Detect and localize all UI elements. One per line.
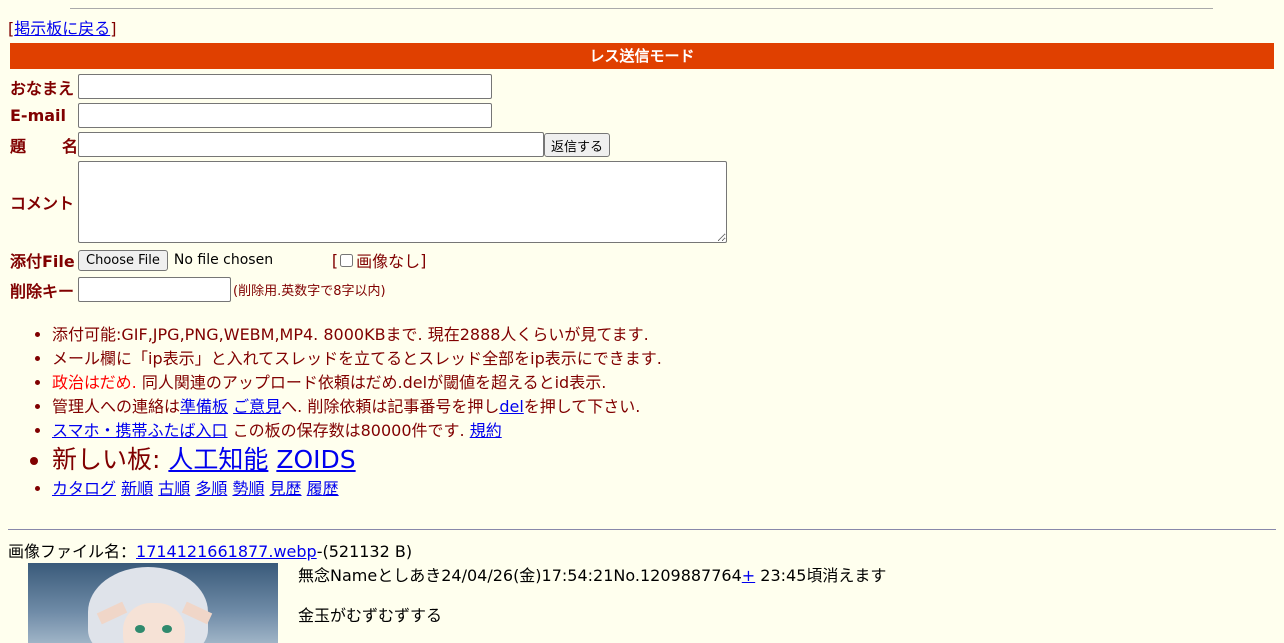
contact-text-c: を押して下さい. — [523, 397, 641, 416]
top-divider — [70, 8, 1213, 9]
sort-old-link[interactable]: 古順 — [158, 479, 190, 498]
contact-text-a: 管理人への連絡は — [52, 397, 181, 416]
feedback-link[interactable]: ご意見 — [233, 397, 281, 416]
storage-text: この板の保存数は80000件です. — [227, 421, 470, 440]
view-history-link[interactable]: 見歴 — [270, 479, 302, 498]
thread-divider — [8, 529, 1276, 530]
zoids-board-link[interactable]: ZOIDS — [276, 445, 355, 474]
ai-board-link[interactable]: 人工知能 — [168, 445, 268, 474]
file-row: 添付File Choose File No file chosen [ 画像なし… — [10, 248, 426, 272]
submit-reply-button[interactable]: 返信する — [544, 132, 611, 157]
thumb-eye-right — [162, 625, 172, 633]
noimg-bracket-open: [ — [331, 250, 339, 270]
file-status-text: No file chosen — [173, 252, 274, 268]
sort-momentum-link[interactable]: 勢順 — [232, 479, 264, 498]
choose-file-button[interactable]: Choose File — [78, 249, 168, 271]
post-meta: 無念Nameとしあき24/04/26(金)17:54:21No.12098877… — [298, 566, 742, 585]
post-history-link[interactable]: 履歴 — [307, 479, 339, 498]
expire-text: 23:45頃消えます — [755, 566, 887, 585]
comment-label: コメント — [10, 194, 75, 213]
info-rules: 政治はだめ. 同人関連のアップロード依頼はだめ.delが閾値を超えるとid表示. — [52, 371, 662, 395]
contact-text-b: へ. 削除依頼は記事番号を押し — [281, 397, 500, 416]
file-prefix: 画像ファイル名： — [8, 542, 137, 561]
terms-link[interactable]: 規約 — [470, 421, 502, 440]
subject-label-part1: 題 — [10, 136, 27, 156]
file-label: 添付File — [10, 252, 75, 271]
image-file-link[interactable]: 1714121661877.webp — [136, 542, 317, 561]
no-image-option: [ 画像なし] — [332, 248, 427, 272]
del-link[interactable]: del — [499, 397, 523, 416]
email-label: E-mail — [10, 106, 67, 125]
rules-text: 同人関連のアップロード依頼はだめ.delが閾値を超えるとid表示. — [136, 373, 607, 392]
back-nav: [掲示板に戻る] — [8, 19, 117, 39]
subject-label-part2: 名 — [61, 136, 78, 156]
file-size: -(521132 B) — [316, 542, 413, 561]
info-mobile: スマホ・携帯ふたば入口 この板の保存数は80000件です. 規約 — [52, 419, 662, 443]
email-row: E-mail — [10, 103, 492, 128]
info-ip-display: メール欄に「ip表示」と入れてスレッドを立てるとスレッド全部をip表示にできます… — [52, 347, 662, 371]
delete-key-input[interactable] — [78, 277, 231, 302]
comment-textarea[interactable] — [78, 161, 727, 243]
subject-input[interactable] — [78, 132, 544, 157]
subject-label: 題 名 — [10, 133, 78, 157]
mobile-entry-link[interactable]: スマホ・携帯ふたば入口 — [52, 421, 228, 440]
bracket-close: ] — [110, 19, 117, 38]
name-label: おなまえ — [10, 78, 75, 98]
politics-warning: 政治はだめ. — [52, 373, 137, 392]
back-to-board-link[interactable]: 掲示板に戻る — [14, 19, 110, 38]
comment-row: コメント — [10, 161, 727, 243]
delete-key-label: 削除キー — [10, 281, 75, 301]
delete-key-note: (削除用.英数字で8字以内) — [233, 284, 386, 299]
prep-board-link[interactable]: 準備板 — [180, 397, 228, 416]
post-header: 無念Nameとしあき24/04/26(金)17:54:21No.12098877… — [298, 565, 886, 587]
delkey-row: 削除キー (削除用.英数字で8字以内) — [10, 277, 386, 302]
name-input[interactable] — [78, 74, 492, 99]
post-body: 金玉がむずむずする — [298, 606, 443, 625]
sort-new-link[interactable]: 新順 — [121, 479, 153, 498]
name-row: おなまえ — [10, 74, 492, 99]
info-new-boards: 新しい板: 人工知能 ZOIDS — [52, 443, 662, 477]
image-file-info: 画像ファイル名：1714121661877.webp-(521132 B) — [8, 541, 412, 563]
new-boards-label: 新しい板: — [52, 445, 169, 474]
info-contact: 管理人への連絡は準備板 ご意見へ. 削除依頼は記事番号を押しdelを押して下さい… — [52, 395, 662, 419]
reply-mode-banner: レス送信モード — [10, 43, 1274, 69]
thumb-eye-left — [135, 625, 145, 633]
no-image-checkbox[interactable] — [340, 253, 354, 267]
noimg-bracket-close: ] — [420, 250, 427, 270]
thumb-face — [123, 603, 185, 643]
board-info-list: 添付可能:GIF,JPG,PNG,WEBM,MP4. 8000KBまで. 現在2… — [12, 323, 662, 501]
plus-link[interactable]: + — [742, 566, 755, 585]
no-image-label: 画像なし — [356, 252, 421, 271]
catalog-link[interactable]: カタログ — [52, 479, 116, 498]
info-sort-links: カタログ 新順 古順 多順 勢順 見歴 履歴 — [52, 477, 662, 501]
thread-image-thumbnail[interactable] — [28, 563, 278, 643]
email-input[interactable] — [78, 103, 492, 128]
sort-many-link[interactable]: 多順 — [195, 479, 227, 498]
subject-row: 題 名 返信する — [10, 132, 611, 157]
info-attachments: 添付可能:GIF,JPG,PNG,WEBM,MP4. 8000KBまで. 現在2… — [52, 323, 662, 347]
